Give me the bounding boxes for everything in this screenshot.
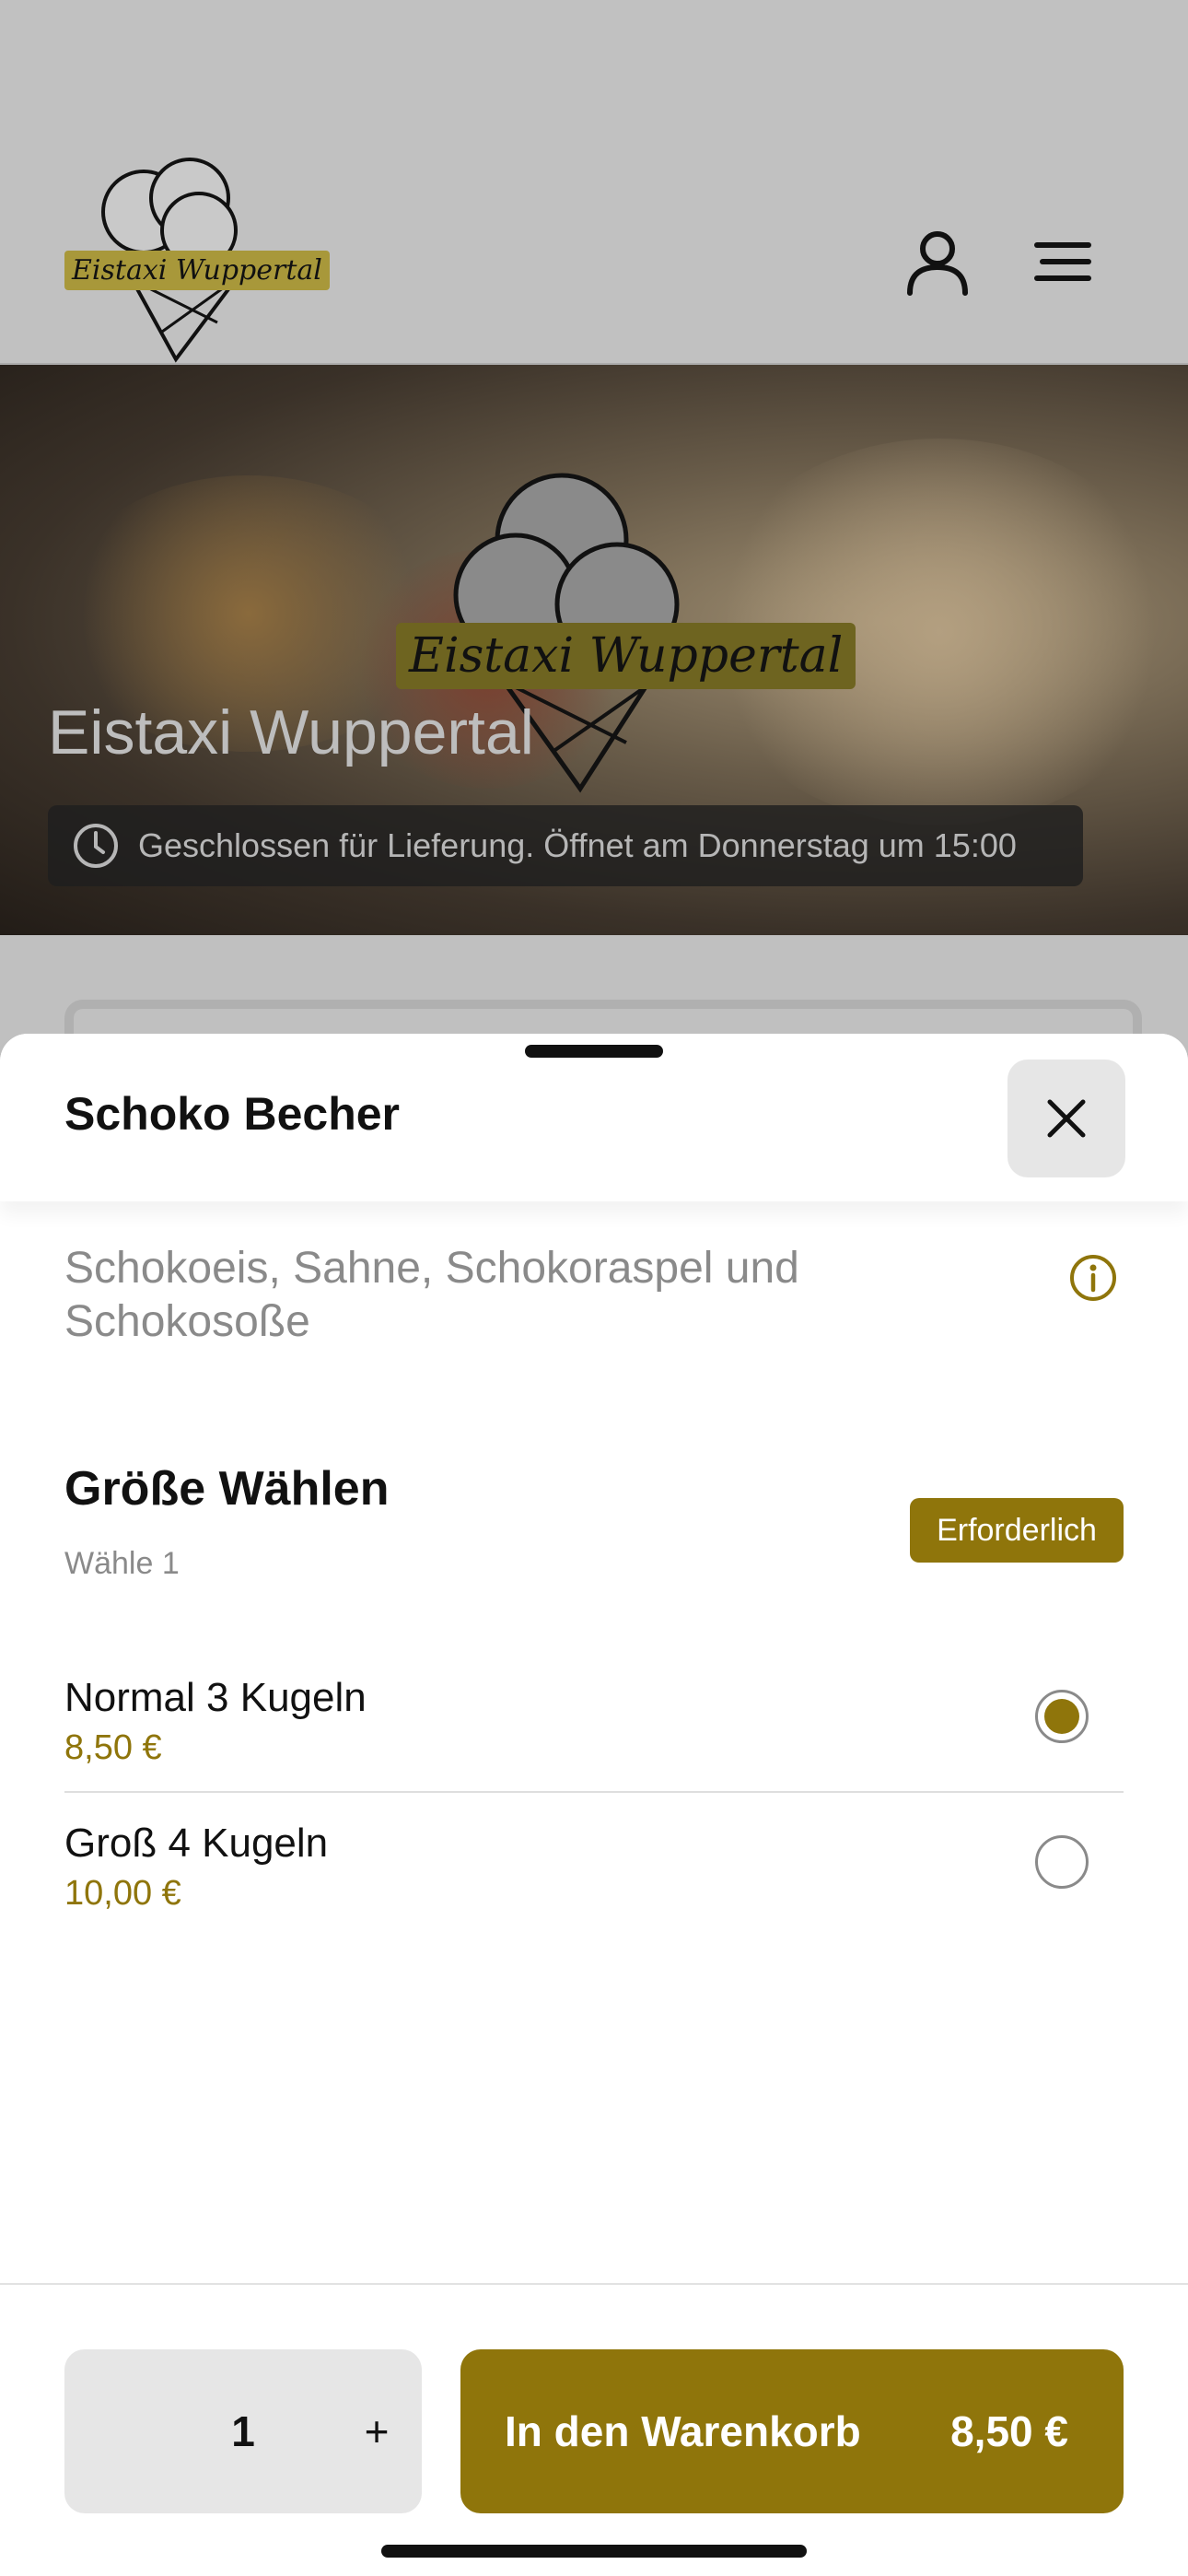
product-title: Schoko Becher — [64, 1088, 401, 1140]
size-option-normal[interactable]: Normal 3 Kugeln 8,50 € — [64, 1647, 1124, 1793]
quantity-stepper[interactable]: 1 + — [64, 2349, 422, 2513]
option-name: Normal 3 Kugeln — [64, 1675, 367, 1720]
info-icon[interactable] — [1068, 1253, 1118, 1303]
sheet-header: Schoko Becher — [0, 1034, 1188, 1201]
product-description: Schokoeis, Sahne, Schokoraspel und Schok… — [64, 1244, 799, 1346]
clock-icon — [74, 824, 118, 868]
sheet-grabber[interactable] — [525, 1045, 663, 1058]
close-icon — [1047, 1099, 1086, 1138]
size-option-gross[interactable]: Groß 4 Kugeln 10,00 € — [64, 1793, 1124, 1937]
option-radio-selected[interactable] — [1035, 1690, 1089, 1743]
hero-logo-text: Eistaxi Wuppertal — [396, 623, 856, 689]
required-badge: Erforderlich — [910, 1498, 1124, 1563]
home-indicator[interactable] — [381, 2545, 807, 2558]
option-price: 10,00 € — [64, 1874, 181, 1913]
add-to-cart-button[interactable]: In den Warenkorb 8,50 € — [460, 2349, 1124, 2513]
close-button[interactable] — [1007, 1060, 1125, 1177]
size-section-subtitle: Wähle 1 — [64, 1546, 180, 1581]
product-bottom-sheet: Schoko Becher Schokoeis, Sahne, Schokora… — [0, 1034, 1188, 2576]
hamburger-menu-icon[interactable] — [1028, 227, 1098, 297]
user-icon[interactable] — [903, 227, 973, 297]
hero-banner: Eistaxi Wuppertal Eistaxi Wuppertal Gesc… — [0, 365, 1188, 935]
option-name: Groß 4 Kugeln — [64, 1821, 329, 1866]
add-to-cart-label: In den Warenkorb — [505, 2407, 861, 2455]
store-title: Eistaxi Wuppertal — [48, 697, 534, 767]
add-to-cart-price: 8,50 € — [950, 2407, 1068, 2455]
size-section-title: Größe Wählen — [64, 1462, 390, 1516]
option-radio[interactable] — [1035, 1835, 1089, 1889]
footer-divider — [0, 2283, 1188, 2285]
logo-text: Eistaxi Wuppertal — [64, 251, 330, 290]
quantity-plus-button[interactable]: + — [332, 2349, 422, 2513]
store-status-banner: Geschlossen für Lieferung. Öffnet am Don… — [48, 805, 1083, 886]
logo[interactable]: Eistaxi Wuppertal — [61, 147, 330, 369]
option-price: 8,50 € — [64, 1728, 162, 1767]
app-header: Eistaxi Wuppertal — [0, 0, 1188, 365]
store-status-text: Geschlossen für Lieferung. Öffnet am Don… — [138, 826, 1017, 864]
